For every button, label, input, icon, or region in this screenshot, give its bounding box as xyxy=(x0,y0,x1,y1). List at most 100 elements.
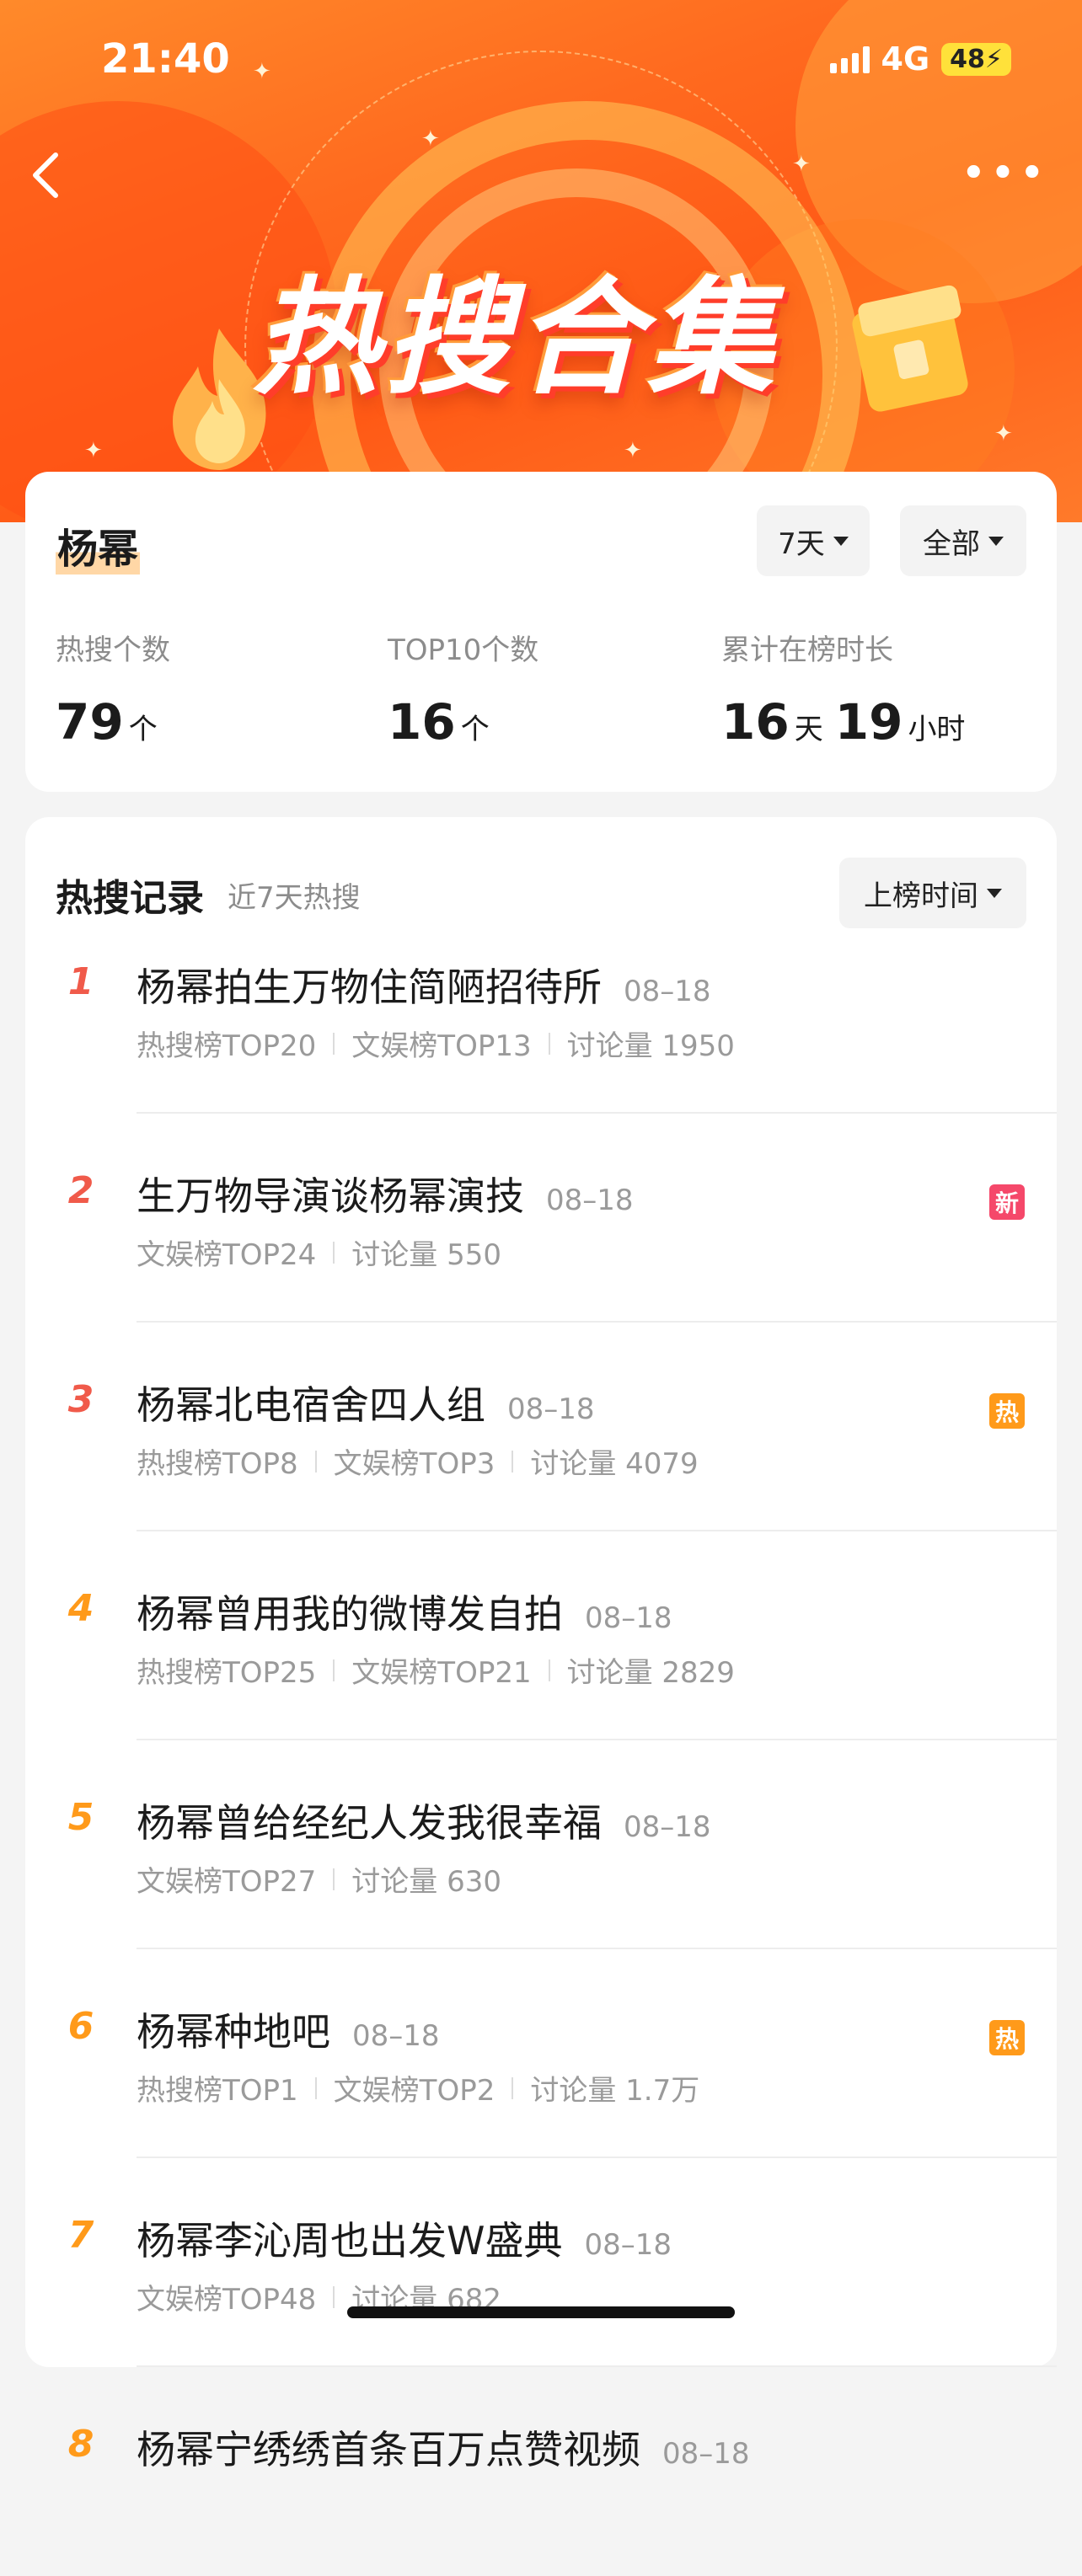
meta-tag: 热搜榜TOP8 xyxy=(137,1447,298,1481)
item-title-line: 杨幂拍生万物住简陋招待所 08–18 xyxy=(137,957,711,1013)
item-meta: 文娱榜TOP27 讨论量 630 xyxy=(137,1858,501,1900)
sparkle-icon: ✦ xyxy=(994,421,1013,446)
item-meta: 文娱榜TOP24 讨论量 550 xyxy=(137,1232,501,1273)
item-title-line: 生万物导演谈杨幂演技 08–18 xyxy=(137,1166,634,1221)
meta-tag: 文娱榜TOP24 xyxy=(137,1238,317,1272)
item-title-line: 杨幂曾给经纪人发我很幸福 08–18 xyxy=(137,1793,711,1848)
item-date: 08–18 xyxy=(352,2019,440,2053)
item-date: 08–18 xyxy=(624,1810,711,1844)
records-subtitle: 近7天热搜 xyxy=(228,881,361,915)
scope-filter-label: 全部 xyxy=(923,526,980,561)
hot-search-item[interactable]: 2 生万物导演谈杨幂演技 08–18 文娱榜TOP24 讨论量 550 新 xyxy=(56,1137,1057,1323)
home-indicator xyxy=(347,2306,735,2318)
item-date: 08–18 xyxy=(624,975,711,1008)
back-icon[interactable] xyxy=(29,150,62,200)
box-decoration-icon xyxy=(852,285,968,412)
meta-separator xyxy=(548,1032,550,1055)
rank-number: 8 xyxy=(67,2423,94,2466)
new-badge: 新 xyxy=(989,1184,1025,1220)
hot-search-item[interactable]: 1 杨幂拍生万物住简陋招待所 08–18 热搜榜TOP20 文娱榜TOP13 讨论量 19… xyxy=(56,928,1057,1114)
network-label: 4G xyxy=(881,40,930,77)
hot-search-item[interactable]: 8 杨幂宁绣绣首条百万点赞视频 08–18 xyxy=(56,2391,1057,2576)
stat-value: 79 个 xyxy=(56,693,158,751)
rank-number: 7 xyxy=(67,2214,94,2257)
item-title: 生万物导演谈杨幂演技 xyxy=(137,1173,524,1219)
rank-number: 1 xyxy=(67,960,94,1003)
meta-tag: 文娱榜TOP48 xyxy=(137,2283,317,2317)
item-divider xyxy=(137,1739,1057,1740)
sparkle-icon: ✦ xyxy=(84,438,103,463)
item-date: 08–18 xyxy=(585,1601,672,1635)
hot-search-item[interactable]: 3 杨幂北电宿舍四人组 08–18 热搜榜TOP8 文娱榜TOP3 讨论量 4079 热 xyxy=(56,1346,1057,1531)
stat-value: 16 天 19 小时 xyxy=(721,693,966,751)
item-divider xyxy=(137,1530,1057,1531)
hot-search-item[interactable]: 7 杨幂李沁周也出发W盛典 08–18 文娱榜TOP48 讨论量 682 xyxy=(56,2182,1057,2367)
meta-separator xyxy=(333,2285,335,2308)
meta-tag: 文娱榜TOP13 xyxy=(351,1029,532,1063)
scope-filter-dropdown[interactable]: 全部 xyxy=(900,505,1026,576)
meta-separator xyxy=(333,1659,335,1681)
item-title: 杨幂曾给经纪人发我很幸福 xyxy=(137,1800,602,1846)
meta-separator xyxy=(333,1868,335,1890)
meta-tag: 文娱榜TOP27 xyxy=(137,1865,317,1899)
item-date: 08–18 xyxy=(546,1184,634,1217)
item-divider xyxy=(137,1321,1057,1323)
item-meta: 热搜榜TOP1 文娱榜TOP2 讨论量 1.7万 xyxy=(137,2067,699,2108)
battery-icon: 48⚡ xyxy=(941,42,1011,76)
meta-tag: 讨论量 1950 xyxy=(566,1029,735,1063)
caret-down-icon xyxy=(987,888,1002,898)
item-title: 杨幂宁绣绣首条百万点赞视频 xyxy=(137,2427,640,2472)
meta-tag: 热搜榜TOP20 xyxy=(137,1029,317,1063)
sort-label: 上榜时间 xyxy=(864,879,978,913)
hot-badge: 热 xyxy=(989,1393,1025,1429)
meta-separator xyxy=(333,1032,335,1055)
item-date: 08–18 xyxy=(507,1392,595,1426)
days-filter-label: 7天 xyxy=(778,526,825,561)
days-filter-dropdown[interactable]: 7天 xyxy=(757,505,870,576)
stat-top10-count: TOP10个数 16 个 xyxy=(388,627,538,751)
more-options-icon[interactable]: ••• xyxy=(961,152,1048,195)
item-divider xyxy=(137,1112,1057,1114)
rank-number: 3 xyxy=(67,1378,94,1421)
meta-separator xyxy=(333,1241,335,1264)
signal-icon xyxy=(829,45,870,73)
banner-title: 热搜合集 xyxy=(253,265,779,412)
hot-search-item[interactable]: 4 杨幂曾用我的微博发自拍 08–18 热搜榜TOP25 文娱榜TOP21 讨论量 282… xyxy=(56,1555,1057,1740)
item-title-line: 杨幂李沁周也出发W盛典 08–18 xyxy=(137,2210,672,2266)
meta-tag: 讨论量 1.7万 xyxy=(530,2074,700,2108)
stat-label: 热搜个数 xyxy=(56,633,170,667)
meta-tag: 讨论量 4079 xyxy=(530,1447,699,1481)
records-title: 热搜记录 xyxy=(56,877,204,920)
status-icons: 4G 48⚡ xyxy=(829,40,1011,77)
item-meta: 热搜榜TOP25 文娱榜TOP21 讨论量 2829 xyxy=(137,1649,735,1691)
stat-label: TOP10个数 xyxy=(388,633,539,667)
item-date: 08–18 xyxy=(584,2228,672,2262)
meta-separator xyxy=(314,1450,317,1472)
item-title-line: 杨幂种地吧 08–18 xyxy=(137,2001,440,2057)
hot-search-item[interactable]: 5 杨幂曾给经纪人发我很幸福 08–18 文娱榜TOP27 讨论量 630 xyxy=(56,1764,1057,1949)
meta-tag: 讨论量 630 xyxy=(351,1865,501,1899)
stat-total-duration: 累计在榜时长 16 天 19 小时 xyxy=(721,627,977,751)
hot-search-item[interactable]: 6 杨幂种地吧 08–18 热搜榜TOP1 文娱榜TOP2 讨论量 1.7万 热 xyxy=(56,1973,1057,2158)
stat-value: 16 个 xyxy=(388,693,490,751)
meta-separator xyxy=(314,2076,317,2099)
meta-separator xyxy=(512,2076,514,2099)
meta-tag: 文娱榜TOP21 xyxy=(351,1656,532,1690)
rank-number: 6 xyxy=(67,2005,94,2048)
hot-badge: 热 xyxy=(989,2020,1025,2055)
item-title: 杨幂曾用我的微博发自拍 xyxy=(137,1591,563,1637)
item-divider xyxy=(137,2156,1057,2158)
sort-dropdown[interactable]: 上榜时间 xyxy=(839,858,1026,928)
item-title: 杨幂李沁周也出发W盛典 xyxy=(137,2218,563,2263)
summary-card: 杨幂 7天 全部 热搜个数 79 个 TOP10个数 16 个 累计在榜时长 16 天… xyxy=(25,472,1057,792)
sparkle-icon: ✦ xyxy=(624,438,642,463)
item-meta: 热搜榜TOP20 文娱榜TOP13 讨论量 1950 xyxy=(137,1023,735,1064)
status-time: 21:40 xyxy=(101,35,230,83)
meta-tag: 文娱榜TOP3 xyxy=(333,1447,495,1481)
meta-tag: 热搜榜TOP25 xyxy=(137,1656,317,1690)
item-title-line: 杨幂宁绣绣首条百万点赞视频 08–18 xyxy=(137,2419,750,2475)
item-title-line: 杨幂北电宿舍四人组 08–18 xyxy=(137,1375,595,1430)
rank-number: 5 xyxy=(67,1796,94,1839)
stat-label: 累计在榜时长 xyxy=(721,633,893,667)
records-card: 热搜记录 近7天热搜 上榜时间 1 杨幂拍生万物住简陋招待所 08–18 热搜榜TOP… xyxy=(25,817,1057,2472)
